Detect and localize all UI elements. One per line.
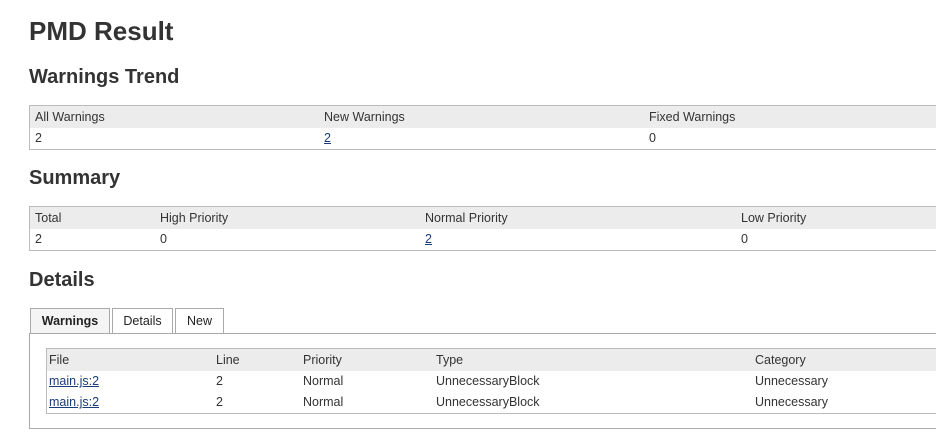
file-link[interactable]: main.js:2 bbox=[49, 392, 99, 413]
priority-cell: Normal bbox=[303, 395, 344, 409]
header-all-warnings: All Warnings bbox=[35, 110, 105, 124]
table-row: main.js:2 2 Normal UnnecessaryBlock Unne… bbox=[47, 392, 936, 413]
priority-cell: Normal bbox=[303, 374, 344, 388]
warnings-table: File Line Priority Type Category main.js… bbox=[46, 348, 936, 414]
column-header-category: Category bbox=[755, 353, 806, 367]
tab-warnings[interactable]: Warnings bbox=[30, 308, 110, 335]
category-cell: Unnecessary bbox=[755, 395, 828, 409]
value-total: 2 bbox=[35, 232, 42, 246]
column-header-priority: Priority bbox=[303, 353, 342, 367]
category-cell: Unnecessary bbox=[755, 374, 828, 388]
warnings-trend-heading: Warnings Trend bbox=[29, 66, 180, 88]
warnings-tab-panel: File Line Priority Type Category main.js… bbox=[29, 333, 936, 429]
pmd-result-page: PMD Result Warnings Trend All Warnings N… bbox=[0, 0, 936, 444]
table-row: main.js:2 2 Normal UnnecessaryBlock Unne… bbox=[47, 371, 936, 392]
line-cell: 2 bbox=[216, 374, 223, 388]
value-high-priority: 0 bbox=[160, 232, 167, 246]
value-fixed-warnings: 0 bbox=[649, 131, 656, 145]
column-header-line: Line bbox=[216, 353, 240, 367]
warnings-trend-header-row: All Warnings New Warnings Fixed Warnings bbox=[30, 106, 936, 128]
summary-value-row: 2 0 2 0 bbox=[30, 229, 936, 250]
tab-new[interactable]: New bbox=[175, 308, 224, 334]
normal-priority-link[interactable]: 2 bbox=[425, 229, 432, 250]
header-fixed-warnings: Fixed Warnings bbox=[649, 110, 736, 124]
header-high-priority: High Priority bbox=[160, 211, 229, 225]
column-header-file: File bbox=[49, 353, 70, 367]
summary-heading: Summary bbox=[29, 167, 121, 189]
value-all-warnings: 2 bbox=[35, 131, 42, 145]
column-header-type: Type bbox=[436, 353, 464, 367]
page-title: PMD Result bbox=[29, 16, 174, 46]
tab-details[interactable]: Details bbox=[112, 308, 173, 334]
type-cell: UnnecessaryBlock bbox=[436, 374, 540, 388]
value-low-priority: 0 bbox=[741, 232, 748, 246]
summary-header-row: Total High Priority Normal Priority Low … bbox=[30, 207, 936, 229]
header-normal-priority: Normal Priority bbox=[425, 211, 508, 225]
warnings-trend-table: All Warnings New Warnings Fixed Warnings… bbox=[29, 105, 936, 150]
warnings-trend-value-row: 2 2 0 bbox=[30, 128, 936, 149]
line-cell: 2 bbox=[216, 395, 223, 409]
type-cell: UnnecessaryBlock bbox=[436, 395, 540, 409]
header-low-priority: Low Priority bbox=[741, 211, 807, 225]
warnings-table-header-row: File Line Priority Type Category bbox=[47, 349, 936, 371]
new-warnings-link[interactable]: 2 bbox=[324, 128, 331, 149]
header-new-warnings: New Warnings bbox=[324, 110, 405, 124]
details-heading: Details bbox=[29, 269, 95, 291]
header-total: Total bbox=[35, 211, 62, 225]
summary-table: Total High Priority Normal Priority Low … bbox=[29, 206, 936, 251]
file-link[interactable]: main.js:2 bbox=[49, 371, 99, 392]
